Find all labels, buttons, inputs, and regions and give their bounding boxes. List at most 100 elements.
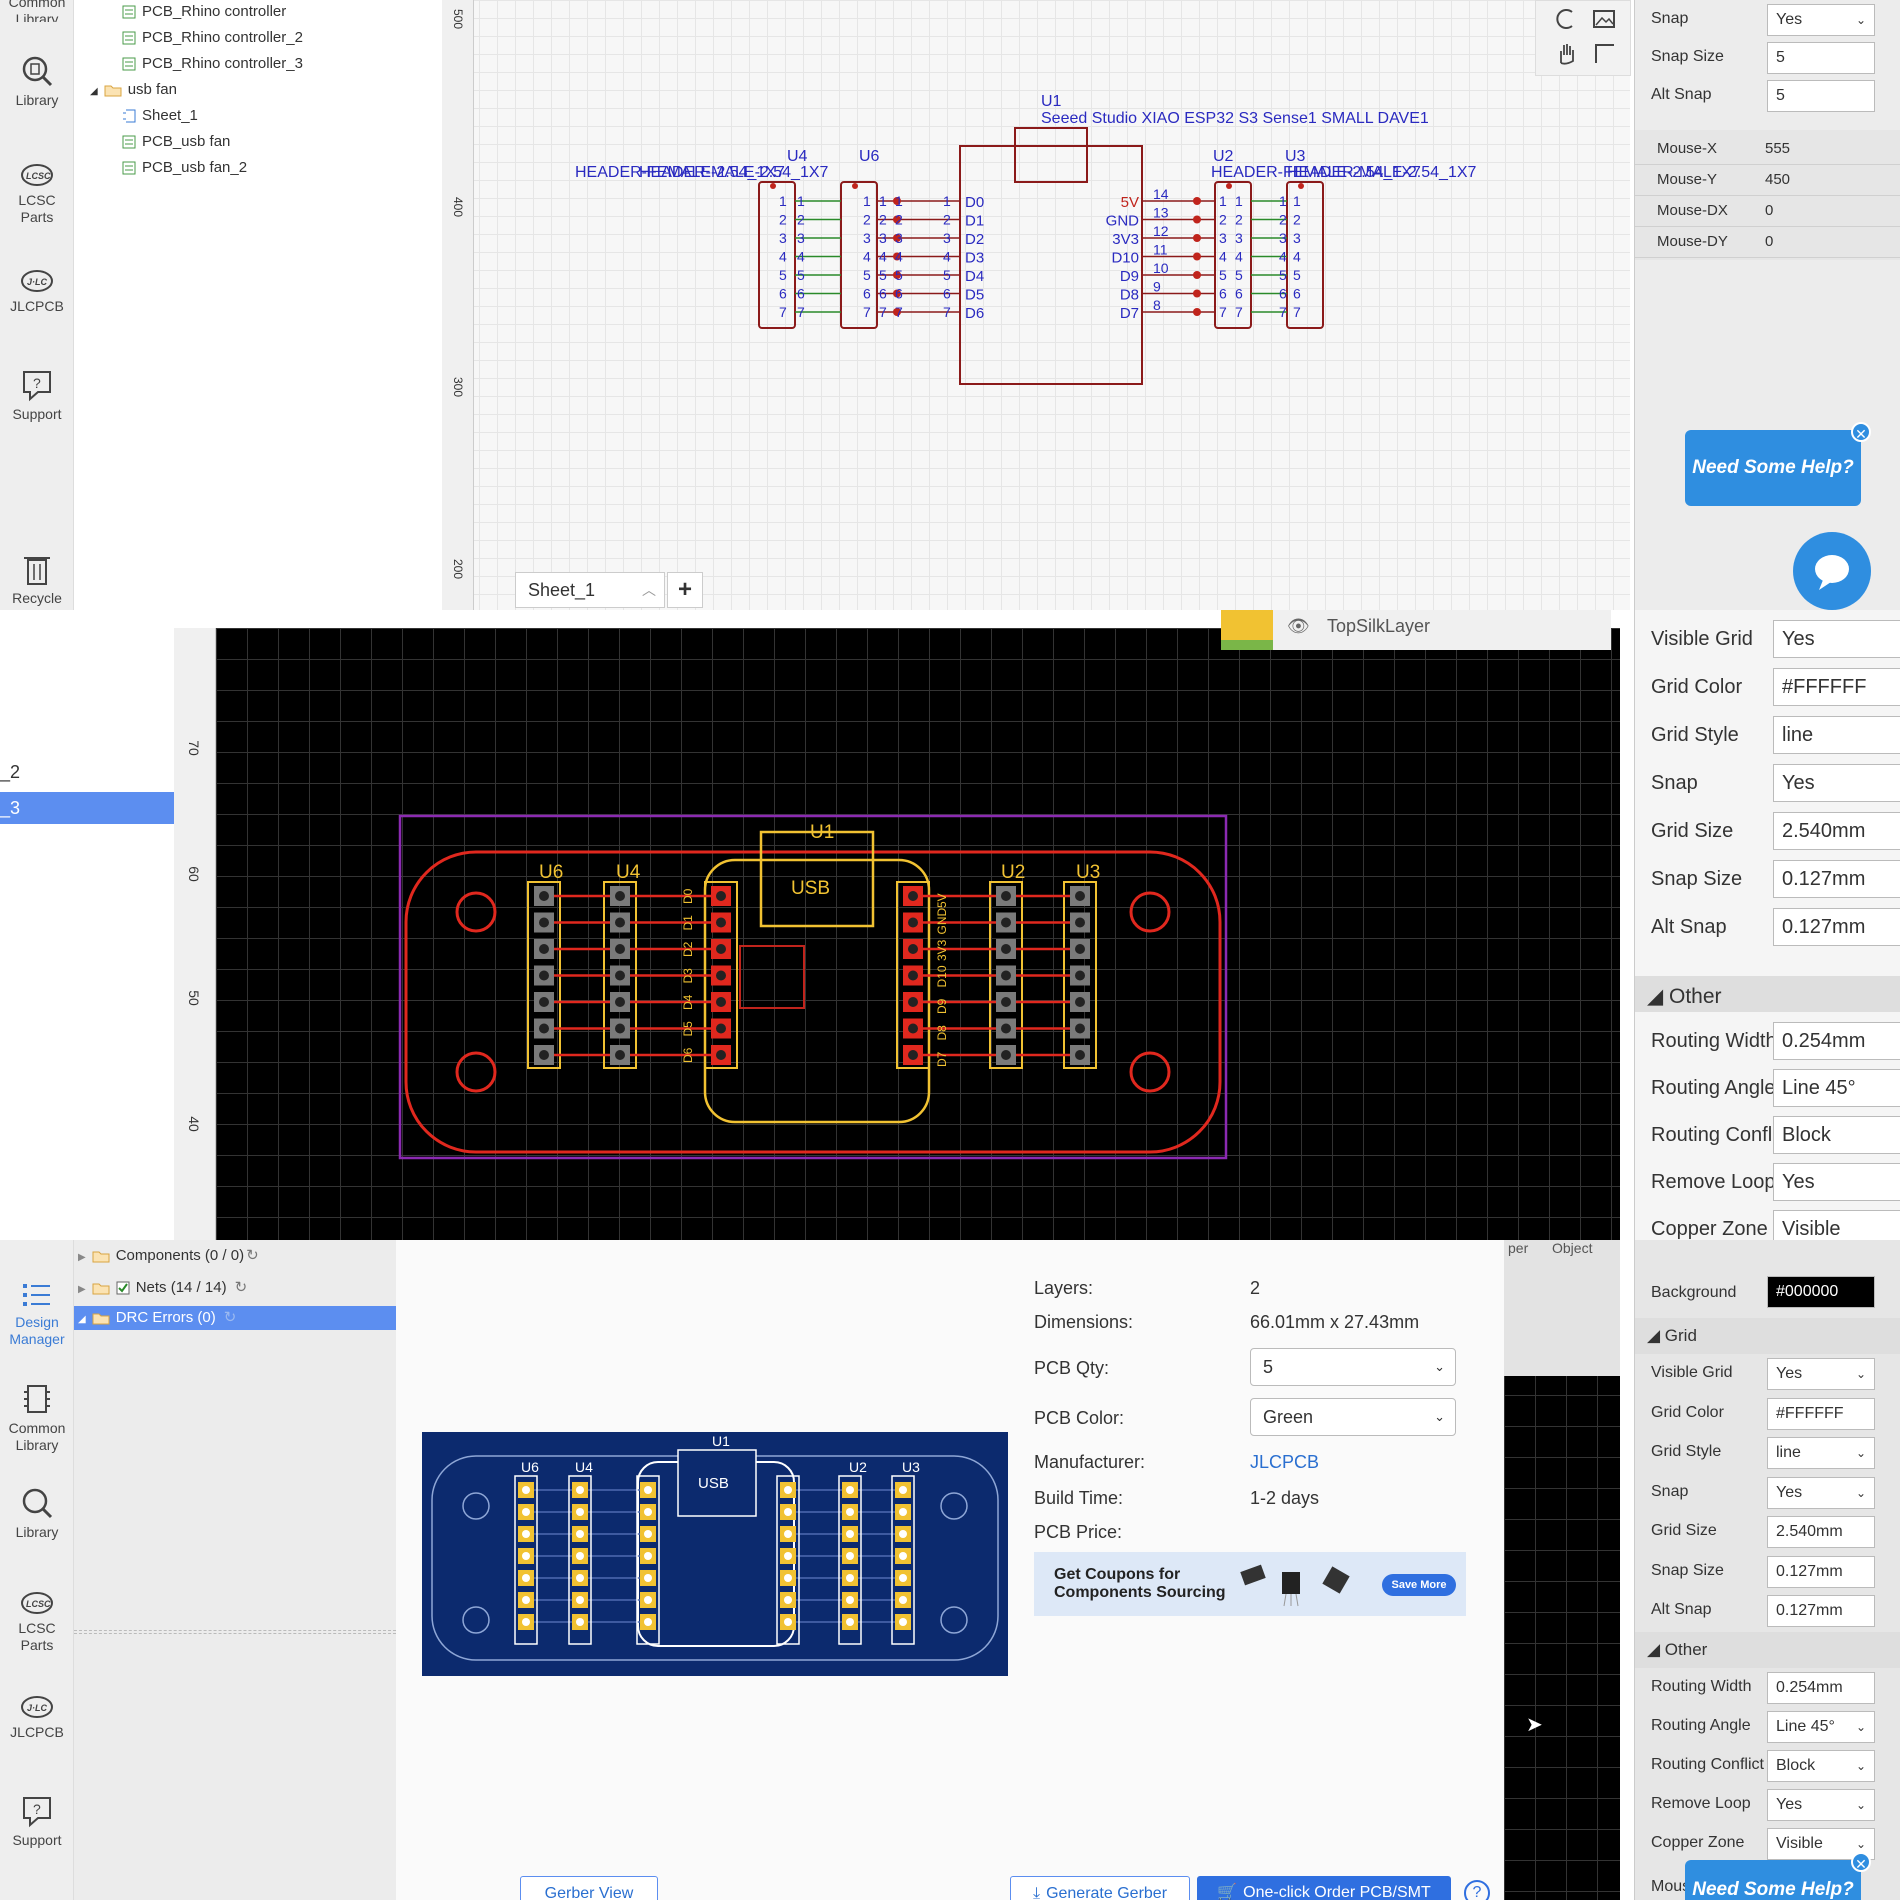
image-tool-icon[interactable] bbox=[1592, 7, 1616, 31]
close-icon[interactable]: ✕ bbox=[1851, 422, 1871, 442]
pan-hand-icon[interactable] bbox=[1554, 41, 1578, 65]
support-button[interactable]: ? Support bbox=[0, 1794, 74, 1849]
prop-value-input[interactable]: 2.540mm bbox=[1773, 812, 1900, 850]
prop-value-input[interactable]: Yes ⌄ bbox=[1767, 1476, 1875, 1509]
common-library-button[interactable]: Common Library bbox=[0, 0, 74, 22]
prop-value-input[interactable]: 0.254mm bbox=[1767, 1672, 1875, 1704]
library-button[interactable]: Library bbox=[0, 1486, 74, 1541]
prop-value-input[interactable]: #000000 bbox=[1767, 1276, 1875, 1308]
expand-arrow-icon[interactable]: ▶ bbox=[78, 1284, 86, 1295]
pcb-color-select[interactable]: Green ⌄ bbox=[1250, 1398, 1456, 1436]
prop-value-input[interactable]: Yes bbox=[1773, 764, 1900, 802]
prop-value-input[interactable]: line ⌄ bbox=[1767, 1437, 1875, 1469]
tree-components[interactable]: ▶ Components (0 / 0) ↻ bbox=[78, 1244, 259, 1268]
refresh-icon[interactable]: ↻ bbox=[224, 1309, 237, 1326]
pin-number: 5 bbox=[943, 267, 951, 283]
common-library-button[interactable]: Common Library bbox=[0, 1382, 74, 1454]
tab-partial[interactable]: per bbox=[1508, 1240, 1528, 1256]
section-title: ◢ Grid bbox=[1647, 1326, 1697, 1345]
layer-indicator[interactable]: 👁 TopSilkLayer bbox=[1221, 610, 1611, 650]
prop-value-input[interactable]: Yes ⌄ bbox=[1767, 1789, 1875, 1821]
prop-value-input[interactable]: #FFFFFF bbox=[1767, 1397, 1875, 1430]
pin-number-right: 12 bbox=[1153, 223, 1169, 239]
manufacturer-link[interactable]: JLCPCB bbox=[1250, 1452, 1319, 1473]
prop-value-input[interactable]: 0.127mm bbox=[1773, 860, 1900, 898]
prop-value-input[interactable]: 0.127mm bbox=[1767, 1555, 1875, 1588]
save-more-button[interactable]: Save More bbox=[1382, 1574, 1456, 1596]
prop-value-input[interactable]: Block ⌄ bbox=[1767, 1750, 1875, 1782]
pcb-qty-select[interactable]: 5 ⌄ bbox=[1250, 1348, 1456, 1386]
help-bubble[interactable]: Need Some Help? bbox=[1685, 1860, 1861, 1900]
refresh-icon[interactable]: ↻ bbox=[235, 1279, 248, 1296]
prop-value-input[interactable]: 0.254mm bbox=[1773, 1022, 1900, 1060]
support-button[interactable]: ? Support bbox=[0, 368, 74, 423]
prop-value-input[interactable]: 0.127mm bbox=[1767, 1595, 1875, 1627]
add-sheet-button[interactable]: + bbox=[667, 572, 703, 608]
prop-value-input[interactable]: 0.127mm bbox=[1773, 908, 1900, 946]
prop-value-input[interactable]: Yes ⌄ bbox=[1767, 1358, 1875, 1390]
jlcpcb-button[interactable]: J·LC JLCPCB bbox=[0, 268, 74, 315]
prop-value-input[interactable]: Line 45° bbox=[1773, 1069, 1900, 1107]
sheet-tab[interactable]: Sheet_1 ︿ bbox=[515, 572, 665, 608]
prop-section-header[interactable]: ◢ Other bbox=[1635, 1632, 1900, 1668]
arc-tool-icon[interactable] bbox=[1554, 7, 1578, 31]
prop-value-input[interactable]: 5 bbox=[1767, 80, 1875, 112]
coupon-banner[interactable]: Get Coupons for Components Sourcing Save… bbox=[1034, 1552, 1466, 1616]
one-click-order-button[interactable]: 🛒 One-click Order PCB/SMT bbox=[1197, 1876, 1451, 1900]
prop-value-input[interactable]: Yes bbox=[1773, 1163, 1900, 1201]
corner-tool-icon[interactable] bbox=[1592, 41, 1616, 65]
prop-value-input[interactable]: line bbox=[1773, 716, 1900, 754]
help-icon[interactable]: ? bbox=[1464, 1880, 1490, 1900]
prop-section-header[interactable]: ◢ Grid bbox=[1635, 1318, 1900, 1354]
prop-value-input[interactable]: Yes ⌄ bbox=[1767, 4, 1875, 36]
prop-value-input[interactable]: 2.540mm bbox=[1767, 1516, 1875, 1548]
schematic-canvas[interactable]: U1 Seeed Studio XIAO ESP32 S3 Sense1 SMA… bbox=[442, 0, 1631, 610]
pcb-canvas[interactable]: U1 USB U6 U4 U2 U3 D0 5V D1 GND D2 3V3 D3 D10 D4… bbox=[216, 610, 1620, 1240]
design-manager-button[interactable]: Design Manager bbox=[0, 1280, 74, 1348]
tree-item-selected[interactable]: _3 bbox=[0, 792, 174, 824]
pad-hole bbox=[1001, 944, 1011, 954]
tree-item-pcb-usb-fan-2[interactable]: PCB_usb fan_2 bbox=[122, 156, 247, 180]
checkbox-checked-icon[interactable] bbox=[116, 1281, 130, 1295]
eye-icon[interactable]: 👁 bbox=[1287, 616, 1310, 637]
pcb-canvas-partial[interactable]: per Object ➤ bbox=[1504, 1240, 1620, 1900]
tree-folder-usb-fan[interactable]: ◢ usb fan bbox=[90, 78, 177, 102]
prop-value-input[interactable]: Line 45° ⌄ bbox=[1767, 1711, 1875, 1743]
collapse-arrow-icon[interactable]: ◢ bbox=[78, 1314, 86, 1325]
tree-item-pcb-rhino-3[interactable]: PCB_Rhino controller_3 bbox=[122, 52, 303, 76]
prop-label: Snap Size bbox=[1651, 1561, 1724, 1579]
tree-item-sheet-1[interactable]: Sheet_1 bbox=[122, 104, 198, 128]
prop-value-input[interactable]: #FFFFFF bbox=[1773, 668, 1900, 706]
tree-item[interactable]: _2 bbox=[0, 762, 20, 783]
tree-item-pcb-rhino[interactable]: PCB_Rhino controller bbox=[122, 0, 286, 24]
expand-arrow-icon[interactable]: ▶ bbox=[78, 1252, 86, 1263]
lcsc-parts-button[interactable]: LCSC LCSC Parts bbox=[0, 1590, 74, 1654]
tree-item-pcb-rhino-2[interactable]: PCB_Rhino controller_2 bbox=[122, 26, 303, 50]
jlcpcb-button[interactable]: J·LC JLCPCB bbox=[0, 1694, 74, 1741]
generate-gerber-button[interactable]: ⤓ Generate Gerber bbox=[1010, 1876, 1190, 1900]
help-bubble[interactable]: Need Some Help? bbox=[1685, 430, 1861, 506]
splitter[interactable] bbox=[74, 1630, 396, 1634]
chat-button[interactable] bbox=[1793, 532, 1871, 610]
tree-nets[interactable]: ▶ Nets (14 / 14) ↻ bbox=[78, 1276, 247, 1300]
library-button[interactable]: Library bbox=[0, 54, 74, 109]
recycle-button[interactable]: Recycle bbox=[0, 552, 74, 607]
prop-section-header[interactable]: ◢ Other bbox=[1635, 976, 1900, 1012]
tree-drc-errors[interactable]: ◢ DRC Errors (0) ↻ bbox=[74, 1306, 396, 1330]
mouse-value: 555 bbox=[1765, 140, 1791, 157]
preview-pad-hole bbox=[576, 1596, 584, 1604]
close-icon[interactable]: ✕ bbox=[1851, 1852, 1871, 1872]
gerber-view-button[interactable]: Gerber View bbox=[520, 1876, 658, 1900]
tab-object[interactable]: Object bbox=[1552, 1240, 1592, 1256]
prop-label: Snap bbox=[1651, 1482, 1689, 1500]
expand-triangle-icon[interactable]: ◢ bbox=[90, 86, 98, 97]
prop-value-input[interactable]: Block bbox=[1773, 1116, 1900, 1154]
lcsc-parts-button[interactable]: LCSC LCSC Parts bbox=[0, 162, 74, 226]
tree-item-pcb-usb-fan[interactable]: PCB_usb fan bbox=[122, 130, 230, 154]
prop-value-input[interactable]: 5 bbox=[1767, 42, 1875, 74]
prop-value: 0.254mm bbox=[1776, 1679, 1843, 1696]
prop-value-input[interactable]: Yes bbox=[1773, 620, 1900, 658]
prop-value-input[interactable]: Visible bbox=[1773, 1210, 1900, 1240]
refresh-icon[interactable]: ↻ bbox=[246, 1247, 259, 1264]
pin-number-right: 11 bbox=[1153, 242, 1168, 258]
